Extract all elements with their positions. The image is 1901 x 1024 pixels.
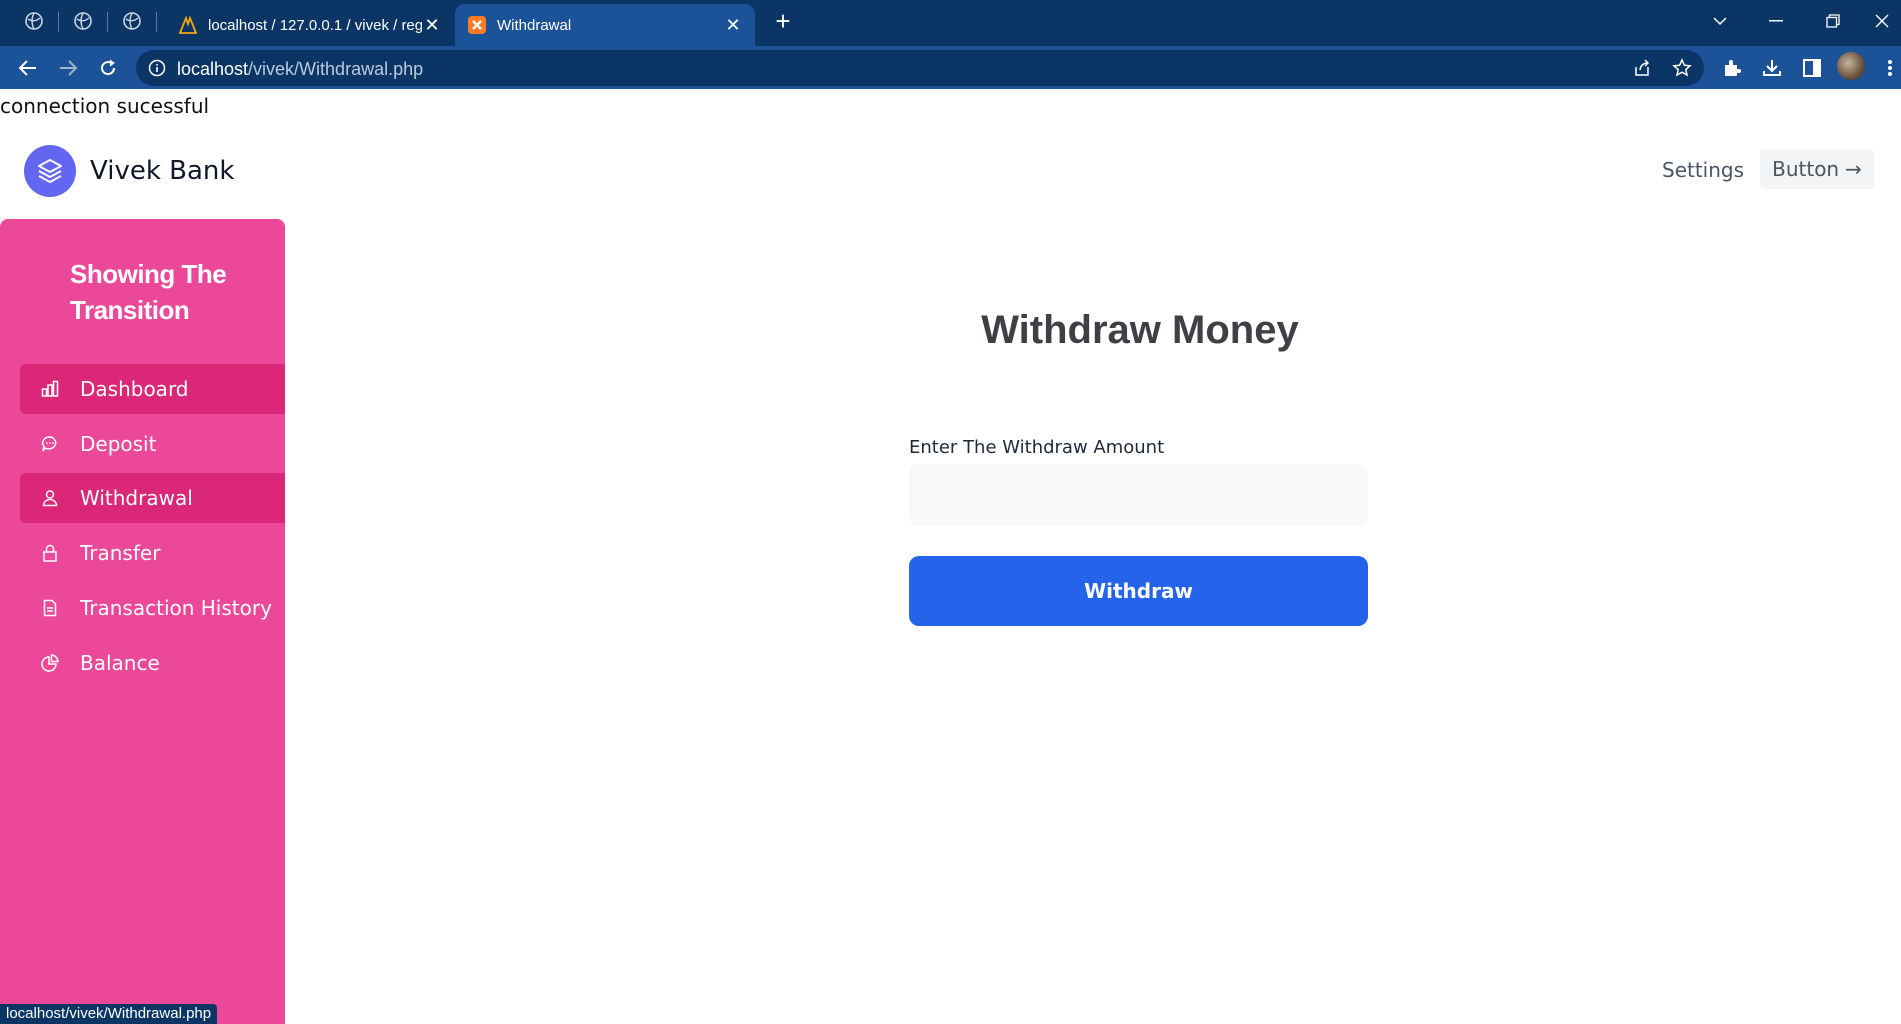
tab-search-icon[interactable] <box>1700 6 1740 36</box>
brand-name: Vivek Bank <box>90 156 235 186</box>
site-info-icon[interactable] <box>148 59 166 77</box>
sidebar-item-label: Deposit <box>80 432 157 456</box>
side-panel-icon[interactable] <box>1800 56 1824 80</box>
download-icon[interactable] <box>1760 56 1784 80</box>
lock-icon <box>40 543 60 563</box>
pinned-tab-globe-icon[interactable] <box>22 9 46 33</box>
phpmyadmin-icon <box>178 15 198 35</box>
sidebar-item-transaction-history[interactable]: Transaction History <box>20 583 285 633</box>
address-bar[interactable]: localhost/vivek/Withdrawal.php <box>136 50 1704 86</box>
close-tab-icon[interactable]: ✕ <box>422 15 442 35</box>
close-tab-icon[interactable]: ✕ <box>723 15 743 35</box>
share-icon[interactable] <box>1632 58 1652 78</box>
sidebar-item-dashboard[interactable]: Dashboard <box>20 364 285 414</box>
tab-title: localhost / 127.0.0.1 / vivek / regi <box>208 16 422 34</box>
settings-link[interactable]: Settings <box>1662 158 1744 182</box>
new-tab-button[interactable]: + <box>770 8 796 35</box>
tab-phpmyadmin[interactable]: localhost / 127.0.0.1 / vivek / regi ✕ <box>166 4 454 46</box>
status-bar-url: localhost/vivek/Withdrawal.php <box>0 1004 218 1024</box>
pie-chart-icon <box>40 653 60 673</box>
minimize-icon[interactable] <box>1756 6 1796 36</box>
bar-chart-icon <box>40 379 60 399</box>
profile-avatar[interactable] <box>1837 52 1865 80</box>
sidebar-item-withdrawal[interactable]: Withdrawal <box>20 473 285 523</box>
page-title: Withdraw Money <box>981 308 1299 352</box>
header-button-label: Button <box>1772 157 1840 181</box>
xampp-icon <box>467 15 487 35</box>
header-button[interactable]: Button → <box>1760 149 1874 189</box>
address-url: localhost/vivek/Withdrawal.php <box>177 59 424 79</box>
sidebar-item-balance[interactable]: Balance <box>20 638 285 688</box>
brand[interactable]: Vivek Bank <box>24 145 234 197</box>
user-icon <box>40 488 60 508</box>
chat-bubble-icon <box>40 434 60 454</box>
forward-arrow-icon[interactable] <box>54 54 82 82</box>
connection-message: connection sucessful <box>0 94 210 118</box>
withdraw-amount-input[interactable] <box>909 464 1368 526</box>
close-window-icon[interactable] <box>1862 6 1901 36</box>
sidebar-item-deposit[interactable]: Deposit <box>20 419 285 469</box>
extensions-icon[interactable] <box>1720 56 1744 80</box>
reload-icon[interactable] <box>94 54 122 82</box>
back-arrow-icon[interactable] <box>14 54 42 82</box>
amount-label: Enter The Withdraw Amount <box>909 437 1165 458</box>
sidebar-item-label: Balance <box>80 651 160 675</box>
pinned-tab-globe-icon[interactable] <box>71 9 95 33</box>
withdraw-button[interactable]: Withdraw <box>909 556 1368 626</box>
layers-logo-icon <box>24 145 76 197</box>
arrow-right-icon: → <box>1845 157 1862 181</box>
sidebar: Showing The Transition Dashboard Deposit… <box>0 219 285 1024</box>
tab-withdrawal[interactable]: Withdrawal ✕ <box>455 4 755 46</box>
sidebar-title: Showing The Transition <box>70 259 227 325</box>
sidebar-item-label: Transaction History <box>80 596 272 620</box>
browser-tab-strip: localhost / 127.0.0.1 / vivek / regi ✕ W… <box>0 0 1901 46</box>
sidebar-item-label: Transfer <box>80 541 161 565</box>
pinned-tab-globe-icon[interactable] <box>120 9 144 33</box>
sidebar-item-label: Dashboard <box>80 377 189 401</box>
bookmark-star-icon[interactable] <box>1672 58 1692 78</box>
restore-icon[interactable] <box>1813 6 1853 36</box>
menu-dots-icon[interactable] <box>1878 56 1901 80</box>
tab-title: Withdrawal <box>497 16 572 34</box>
sidebar-item-transfer[interactable]: Transfer <box>20 528 285 578</box>
browser-toolbar: localhost/vivek/Withdrawal.php <box>0 46 1901 89</box>
document-icon <box>40 598 60 618</box>
sidebar-item-label: Withdrawal <box>80 486 193 510</box>
